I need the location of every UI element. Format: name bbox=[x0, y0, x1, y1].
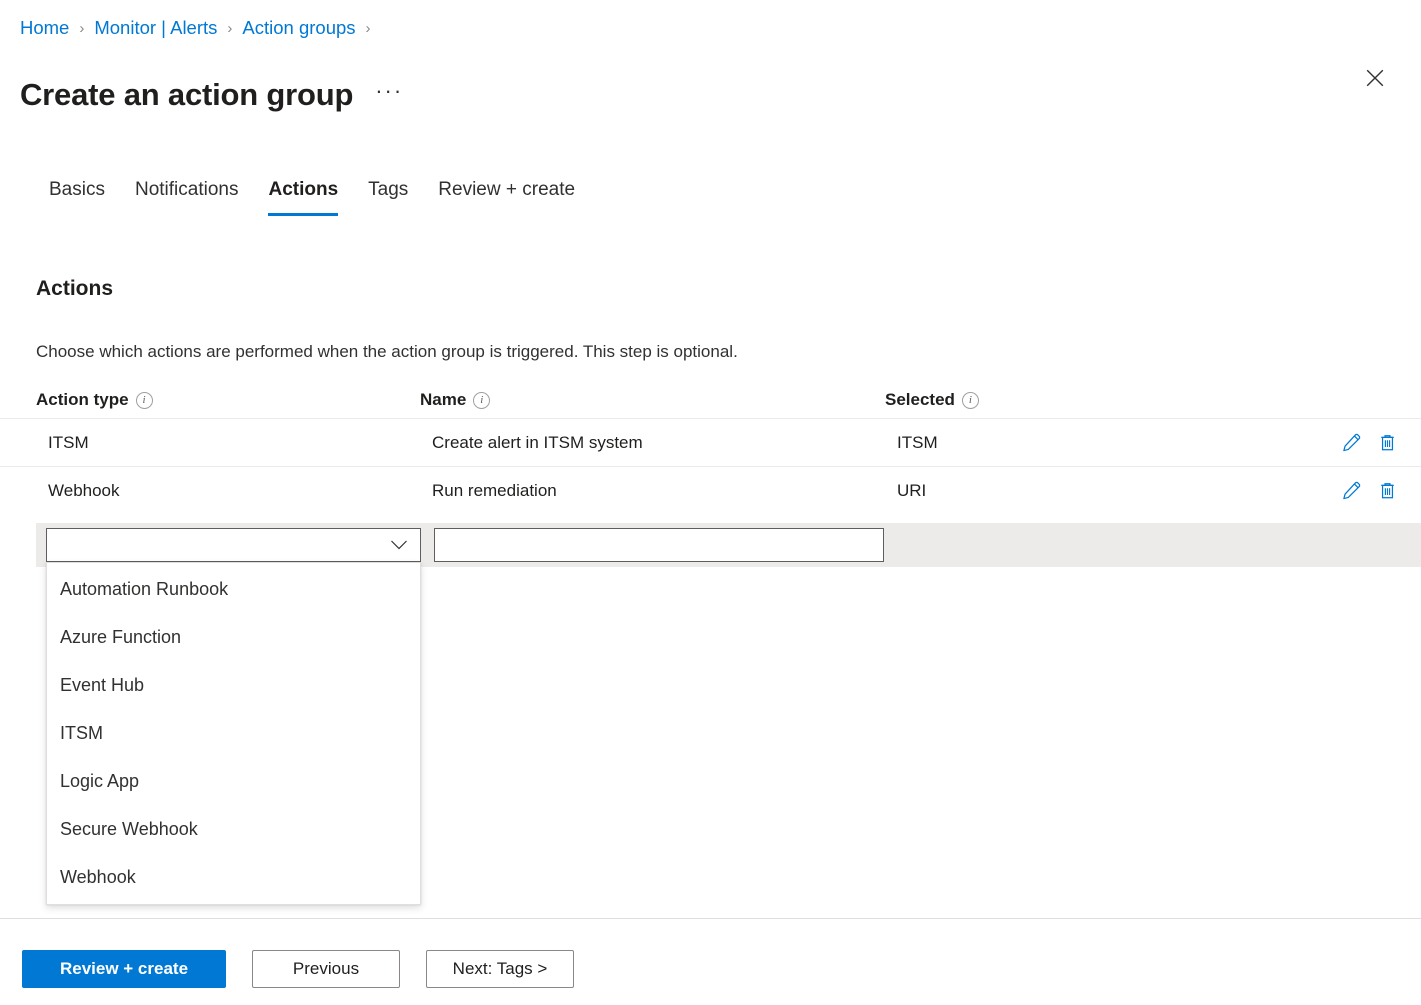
trash-icon[interactable] bbox=[1375, 479, 1399, 503]
pencil-icon[interactable] bbox=[1339, 479, 1363, 503]
create-action-group-blade: Home › Monitor | Alerts › Action groups … bbox=[0, 0, 1421, 1005]
info-icon[interactable]: i bbox=[136, 392, 153, 409]
action-name-input[interactable] bbox=[434, 528, 884, 562]
info-icon[interactable]: i bbox=[962, 392, 979, 409]
wizard-footer: Review + create Previous Next: Tags > bbox=[22, 950, 574, 988]
more-options-icon[interactable]: ··· bbox=[371, 77, 407, 113]
action-type-dropdown-list: Automation Runbook Azure Function Event … bbox=[46, 562, 421, 905]
column-header-action-type-label: Action type bbox=[36, 390, 129, 410]
actions-table: Action type i Name i Selected i ITSM Cre… bbox=[0, 382, 1421, 514]
next-tags-button[interactable]: Next: Tags > bbox=[426, 950, 574, 988]
cell-row-actions bbox=[1325, 431, 1421, 455]
breadcrumb-item-monitor-alerts[interactable]: Monitor | Alerts bbox=[94, 14, 217, 42]
title-row: Create an action group ··· bbox=[20, 52, 407, 138]
cell-action-type: Webhook bbox=[36, 481, 420, 501]
dropdown-option-secure-webhook[interactable]: Secure Webhook bbox=[47, 805, 420, 853]
column-header-selected-label: Selected bbox=[885, 390, 955, 410]
column-header-selected: Selected i bbox=[885, 390, 1325, 410]
cell-selected: URI bbox=[885, 481, 1325, 501]
info-icon[interactable]: i bbox=[473, 392, 490, 409]
cell-name: Create alert in ITSM system bbox=[420, 433, 885, 453]
column-header-name: Name i bbox=[420, 390, 885, 410]
column-header-name-label: Name bbox=[420, 390, 466, 410]
tab-notifications[interactable]: Notifications bbox=[120, 178, 254, 216]
dropdown-option-azure-function[interactable]: Azure Function bbox=[47, 613, 420, 661]
breadcrumb-separator-icon: › bbox=[79, 15, 84, 43]
breadcrumb-separator-icon: › bbox=[366, 15, 371, 43]
section-description: Choose which actions are performed when … bbox=[36, 340, 738, 364]
wizard-tabs: Basics Notifications Actions Tags Review… bbox=[34, 178, 590, 216]
breadcrumb: Home › Monitor | Alerts › Action groups … bbox=[20, 14, 371, 42]
footer-divider bbox=[0, 918, 1421, 919]
review-create-button[interactable]: Review + create bbox=[22, 950, 226, 988]
chevron-down-icon bbox=[390, 539, 408, 551]
previous-button[interactable]: Previous bbox=[252, 950, 400, 988]
cell-action-type: ITSM bbox=[36, 433, 420, 453]
breadcrumb-separator-icon: › bbox=[227, 15, 232, 43]
action-type-select[interactable] bbox=[46, 528, 421, 562]
table-row: ITSM Create alert in ITSM system ITSM bbox=[0, 418, 1421, 466]
dropdown-option-event-hub[interactable]: Event Hub bbox=[47, 661, 420, 709]
table-row: Webhook Run remediation URI bbox=[0, 466, 1421, 514]
table-header-row: Action type i Name i Selected i bbox=[0, 382, 1421, 418]
column-header-action-type: Action type i bbox=[36, 390, 420, 410]
page-title: Create an action group bbox=[20, 73, 353, 117]
tab-actions[interactable]: Actions bbox=[253, 178, 353, 216]
breadcrumb-item-action-groups[interactable]: Action groups bbox=[242, 14, 355, 42]
dropdown-option-logic-app[interactable]: Logic App bbox=[47, 757, 420, 805]
tab-review-create[interactable]: Review + create bbox=[423, 178, 590, 216]
tab-tags[interactable]: Tags bbox=[353, 178, 423, 216]
dropdown-option-automation-runbook[interactable]: Automation Runbook bbox=[47, 565, 420, 613]
pencil-icon[interactable] bbox=[1339, 431, 1363, 455]
dropdown-option-itsm[interactable]: ITSM bbox=[47, 709, 420, 757]
cell-selected: ITSM bbox=[885, 433, 1325, 453]
trash-icon[interactable] bbox=[1375, 431, 1399, 455]
cell-name: Run remediation bbox=[420, 481, 885, 501]
dropdown-option-webhook[interactable]: Webhook bbox=[47, 853, 420, 901]
breadcrumb-item-home[interactable]: Home bbox=[20, 14, 69, 42]
close-icon[interactable] bbox=[1359, 62, 1391, 94]
section-heading: Actions bbox=[36, 277, 113, 301]
cell-row-actions bbox=[1325, 479, 1421, 503]
tab-basics[interactable]: Basics bbox=[34, 178, 120, 216]
